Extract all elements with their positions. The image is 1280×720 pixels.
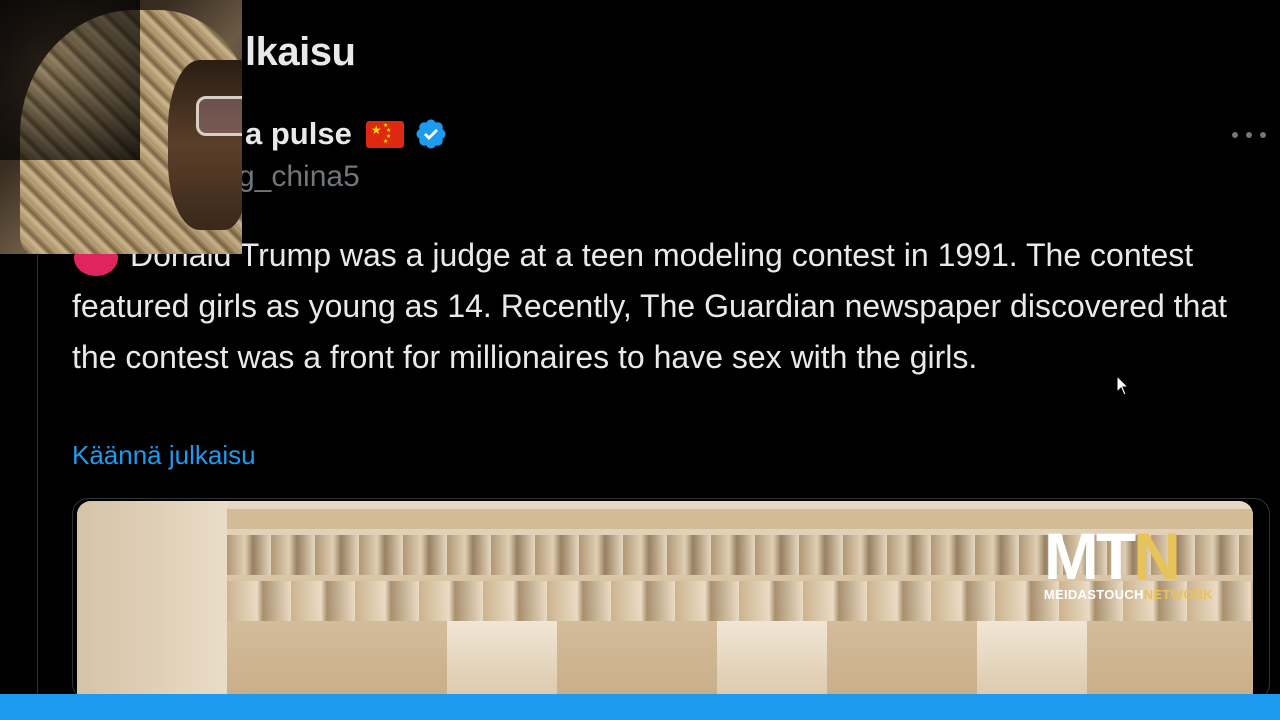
video-frame: MTN MEIDASTOUCHNETWORK — [77, 501, 1253, 699]
tweet-text: Donald Trump was a judge at a teen model… — [72, 237, 1228, 375]
more-options-icon[interactable] — [1232, 122, 1266, 148]
author-display-name[interactable]: a pulse — [245, 116, 352, 152]
mtn-logo: MTN MEIDASTOUCHNETWORK — [1043, 519, 1213, 602]
left-divider — [37, 255, 38, 695]
china-flag-icon: ★ ★ ★ ★ ★ — [365, 120, 404, 148]
bottom-progress-bar — [0, 694, 1280, 720]
page-title: lkaisu — [245, 30, 356, 74]
translate-post-link[interactable]: Käännä julkaisu — [72, 440, 256, 471]
webcam-overlay — [0, 0, 242, 254]
author-handle[interactable]: g_china5 — [238, 160, 360, 194]
tweet-media-video[interactable]: MTN MEIDASTOUCHNETWORK — [72, 498, 1270, 700]
mouse-cursor-icon — [1116, 375, 1130, 396]
post-view: lkaisu a pulse ★ ★ ★ ★ ★ g_china5 Donald… — [0, 0, 1280, 720]
verified-badge-icon[interactable] — [414, 117, 448, 151]
author-row: a pulse ★ ★ ★ ★ ★ — [245, 116, 448, 152]
